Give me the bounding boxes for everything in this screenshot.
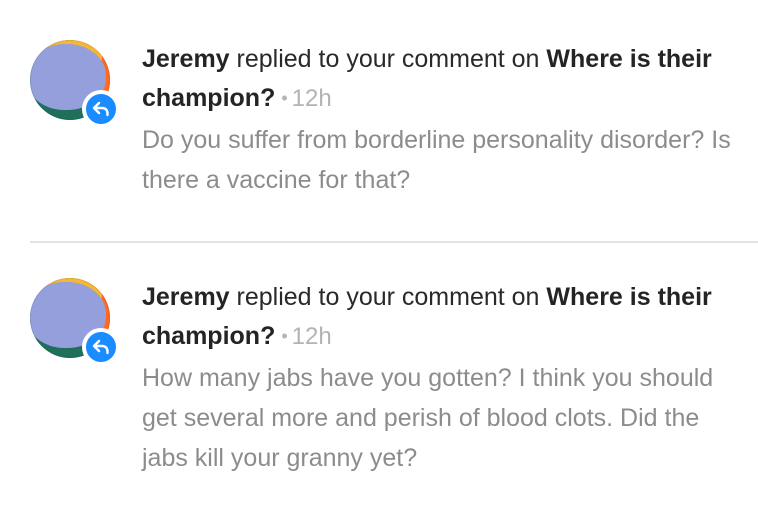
notification-content: Jeremy replied to your comment on Where … [142, 278, 742, 478]
comment-preview[interactable]: Do you suffer from borderline personalit… [142, 120, 742, 200]
notification-content: Jeremy replied to your comment on Where … [142, 40, 742, 200]
reply-badge [82, 90, 120, 128]
reply-badge [82, 328, 120, 366]
notification-headline: Jeremy replied to your comment on Where … [142, 40, 742, 120]
action-text: replied to your comment on [236, 45, 540, 73]
avatar[interactable] [30, 40, 120, 130]
notification-headline: Jeremy replied to your comment on Where … [142, 278, 742, 358]
timestamp: 12h [291, 85, 332, 112]
action-text: replied to your comment on [236, 283, 540, 311]
reply-arrow-icon [92, 101, 109, 117]
separator-dot: • [281, 326, 288, 346]
user-name[interactable]: Jeremy [142, 283, 230, 311]
user-name[interactable]: Jeremy [142, 45, 230, 73]
timestamp: 12h [291, 323, 332, 350]
comment-preview[interactable]: How many jabs have you gotten? I think y… [142, 358, 742, 478]
avatar[interactable] [30, 278, 120, 368]
separator-dot: • [281, 88, 288, 108]
reply-arrow-icon [92, 339, 109, 355]
notifications-feed: Jeremy replied to your comment on Where … [0, 0, 758, 514]
notification-item[interactable]: Jeremy replied to your comment on Where … [0, 238, 758, 472]
notification-item[interactable]: Jeremy replied to your comment on Where … [0, 0, 758, 200]
